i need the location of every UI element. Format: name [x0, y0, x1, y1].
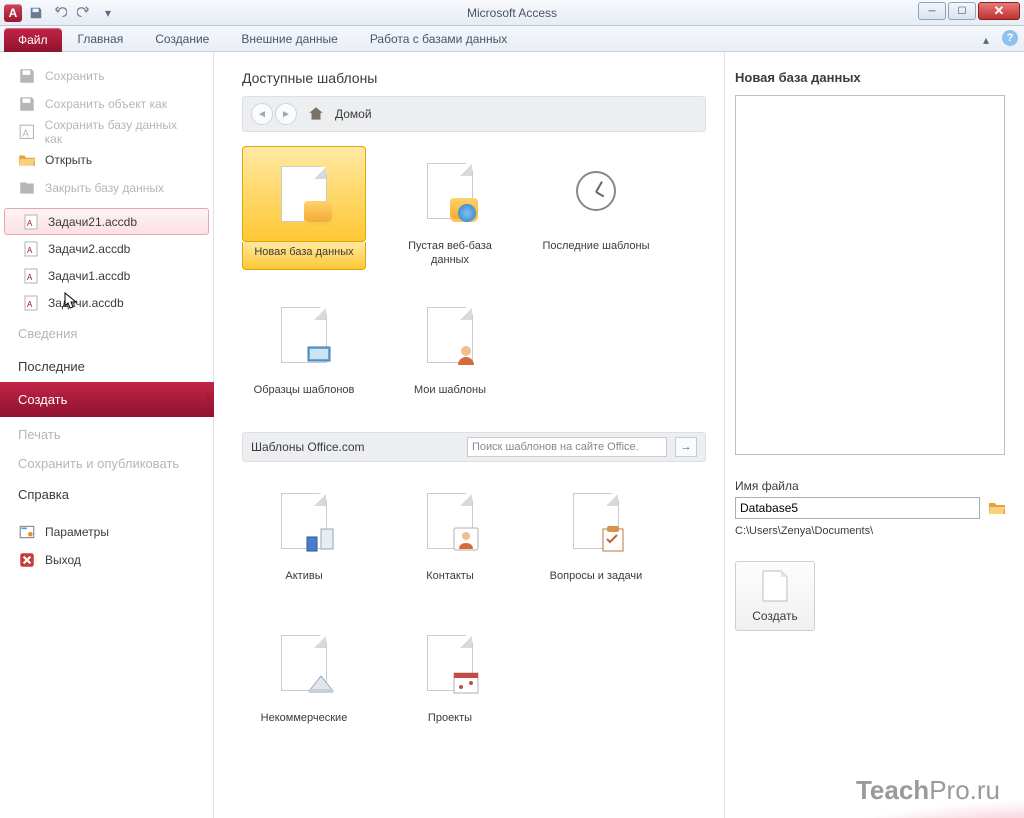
menu-save-db-as[interactable]: AСохранить базу данных как — [0, 118, 213, 146]
window-title: Microsoft Access — [0, 6, 1024, 20]
watermark-brand: TeachPro.ru — [856, 775, 1000, 806]
template-label: Некоммерческие — [261, 712, 348, 740]
browse-button[interactable] — [986, 497, 1008, 519]
recent-file[interactable]: AЗадачи1.accdb — [4, 262, 209, 289]
blank-doc-icon — [761, 569, 789, 603]
office-label: Шаблоны Office.com — [251, 440, 365, 454]
accdb-file-icon: A — [23, 214, 39, 230]
svg-text:A: A — [27, 273, 33, 282]
menu-create-active[interactable]: Создать — [0, 382, 214, 417]
menu-save-publish[interactable]: Сохранить и опубликовать — [0, 450, 213, 477]
accdb-file-icon: A — [23, 295, 39, 311]
template-assets[interactable]: Активы — [242, 476, 366, 598]
template-projects[interactable]: Проекты — [388, 618, 512, 740]
template-label: Пустая веб-база данных — [388, 240, 512, 268]
nav-forward-button[interactable]: ► — [275, 103, 297, 125]
template-label: Мои шаблоны — [414, 384, 486, 412]
breadcrumb: ◄ ► Домой — [242, 96, 706, 132]
menu-save-object-as[interactable]: Сохранить объект как — [0, 90, 213, 118]
ribbon-bar: Файл Главная Создание Внешние данные Раб… — [0, 26, 1024, 52]
accdb-file-icon: A — [23, 268, 39, 284]
qat-undo-icon[interactable] — [50, 3, 70, 23]
template-label: Новая база данных — [242, 242, 366, 270]
tab-external[interactable]: Внешние данные — [225, 26, 354, 51]
recent-file[interactable]: AЗадачи21.accdb — [4, 208, 209, 235]
menu-save[interactable]: Сохранить — [0, 62, 213, 90]
recent-file[interactable]: AЗадачи.accdb — [4, 289, 209, 316]
right-panel-title: Новая база данных — [735, 70, 1008, 85]
svg-text:A: A — [27, 300, 33, 309]
qat-redo-icon[interactable] — [74, 3, 94, 23]
ribbon-minimize-icon[interactable]: ▴ — [976, 30, 996, 50]
new-db-panel: Новая база данных Имя файла C:\Users\Zen… — [724, 52, 1024, 818]
template-contacts[interactable]: Контакты — [388, 476, 512, 598]
search-go-button[interactable]: → — [675, 437, 697, 457]
search-input[interactable]: Поиск шаблонов на сайте Office. — [467, 437, 667, 457]
save-as-icon — [18, 95, 36, 113]
svg-text:A: A — [27, 219, 33, 228]
menu-recent[interactable]: Последние — [0, 349, 213, 382]
filename-label: Имя файла — [735, 479, 1008, 493]
options-icon — [18, 523, 36, 541]
nav-back-button[interactable]: ◄ — [251, 103, 273, 125]
template-samples[interactable]: Образцы шаблонов — [242, 290, 366, 412]
save-db-icon: A — [18, 123, 36, 141]
template-label: Активы — [285, 570, 322, 598]
minimize-button[interactable]: ─ — [918, 2, 946, 20]
help-icon[interactable]: ? — [1002, 30, 1018, 46]
template-issues[interactable]: Вопросы и задачи — [534, 476, 658, 598]
template-nonprofit[interactable]: Некоммерческие — [242, 618, 366, 740]
svg-text:A: A — [22, 128, 29, 139]
template-mine[interactable]: Мои шаблоны — [388, 290, 512, 412]
qat-dropdown-icon[interactable]: ▾ — [98, 3, 118, 23]
open-folder-icon — [18, 151, 36, 169]
template-label: Проекты — [428, 712, 472, 740]
create-button[interactable]: Создать — [735, 561, 815, 631]
templates-panel: Доступные шаблоны ◄ ► Домой Новая база д… — [214, 52, 724, 818]
template-label: Образцы шаблонов — [254, 384, 355, 412]
tab-home[interactable]: Главная — [62, 26, 140, 51]
accdb-file-icon: A — [23, 241, 39, 257]
backstage-left-menu: Сохранить Сохранить объект как AСохранит… — [0, 52, 214, 818]
preview-box — [735, 95, 1005, 455]
template-label: Последние шаблоны — [542, 240, 649, 268]
breadcrumb-home[interactable]: Домой — [335, 107, 372, 121]
tab-create[interactable]: Создание — [139, 26, 225, 51]
template-web-db[interactable]: Пустая веб-база данных — [388, 146, 512, 270]
menu-info[interactable]: Сведения — [0, 316, 213, 349]
template-label: Контакты — [426, 570, 474, 598]
menu-help[interactable]: Справка — [0, 477, 213, 510]
template-recent[interactable]: Последние шаблоны — [534, 146, 658, 270]
templates-title: Доступные шаблоны — [242, 70, 706, 86]
menu-exit[interactable]: Выход — [0, 546, 213, 574]
save-icon — [18, 67, 36, 85]
tab-dbtools[interactable]: Работа с базами данных — [354, 26, 523, 51]
template-new-db[interactable]: Новая база данных — [242, 146, 366, 270]
menu-print[interactable]: Печать — [0, 417, 213, 450]
tab-file[interactable]: Файл — [4, 28, 62, 52]
menu-open[interactable]: Открыть — [0, 146, 213, 174]
template-label: Вопросы и задачи — [550, 570, 643, 598]
titlebar: A ▾ Microsoft Access ─ ☐ ✕ — [0, 0, 1024, 26]
close-db-icon — [18, 179, 36, 197]
app-icon: A — [4, 4, 22, 22]
close-button[interactable]: ✕ — [978, 2, 1020, 20]
svg-text:A: A — [27, 246, 33, 255]
exit-icon — [18, 551, 36, 569]
qat-save-icon[interactable] — [26, 3, 46, 23]
home-icon[interactable] — [307, 105, 325, 123]
maximize-button[interactable]: ☐ — [948, 2, 976, 20]
path-text: C:\Users\Zenya\Documents\ — [735, 525, 1008, 537]
office-templates-bar: Шаблоны Office.com Поиск шаблонов на сай… — [242, 432, 706, 462]
recent-file[interactable]: AЗадачи2.accdb — [4, 235, 209, 262]
menu-close-db[interactable]: Закрыть базу данных — [0, 174, 213, 202]
menu-options[interactable]: Параметры — [0, 518, 213, 546]
filename-input[interactable] — [735, 497, 980, 519]
